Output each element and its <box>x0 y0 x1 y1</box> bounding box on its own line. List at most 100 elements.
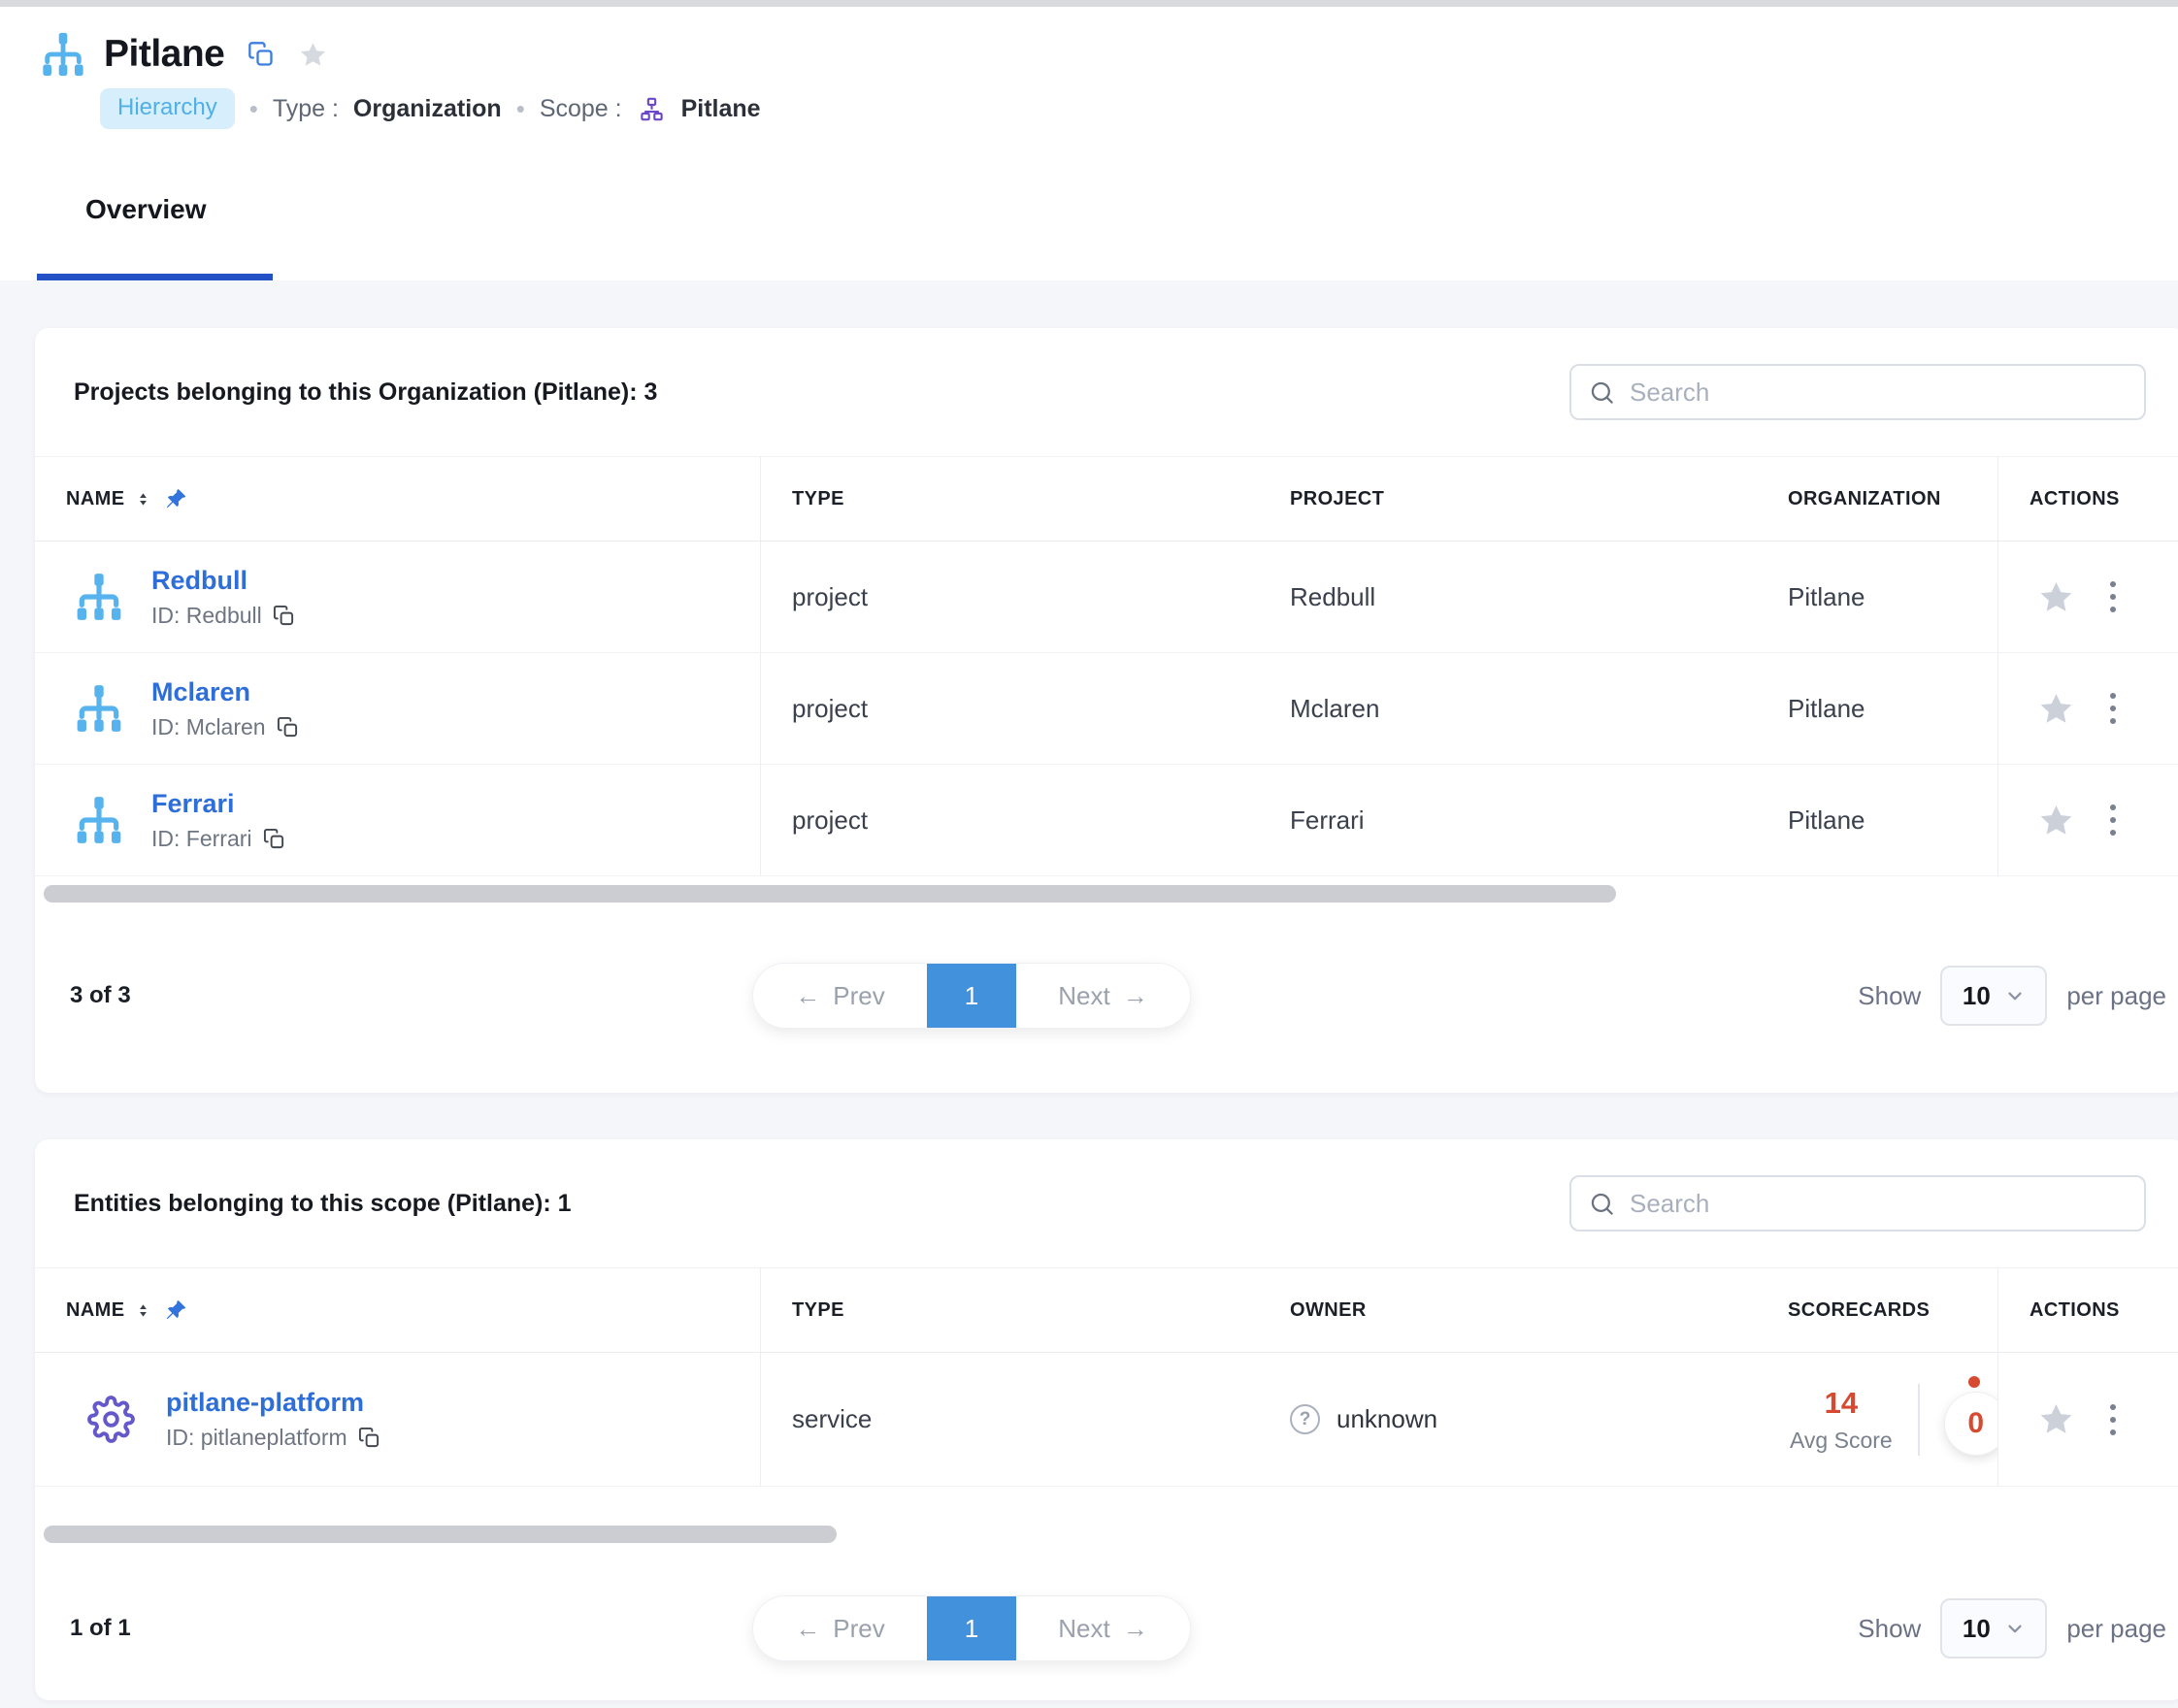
type-cell: project <box>761 542 1259 652</box>
separator-dot-icon: • <box>516 94 525 124</box>
kebab-menu-icon[interactable] <box>2104 687 2122 730</box>
organization-cell: Pitlane <box>1757 542 1998 652</box>
service-gear-icon <box>87 1396 135 1443</box>
scorecard-badge[interactable]: 0 <box>1945 1393 1998 1455</box>
column-header-actions: ACTIONS <box>1998 457 2178 541</box>
entity-link[interactable]: pitlane-platform <box>166 1388 364 1418</box>
favorite-star-icon[interactable] <box>2037 1400 2075 1438</box>
show-label: Show <box>1858 1614 1921 1644</box>
type-cell: service <box>761 1353 1259 1486</box>
project-link[interactable]: Ferrari <box>151 789 235 819</box>
entity-id: ID: Redbull <box>151 603 262 629</box>
entity-id: ID: Mclaren <box>151 714 266 740</box>
tab-overview[interactable]: Overview <box>85 194 207 225</box>
question-mark-icon: ? <box>1290 1404 1320 1434</box>
copy-icon[interactable] <box>263 828 285 850</box>
table-row: pitlane-platform ID: pitlaneplatform ser… <box>35 1353 2178 1487</box>
page-title: Pitlane <box>104 33 224 76</box>
kebab-menu-icon[interactable] <box>2104 799 2122 841</box>
copy-icon[interactable] <box>273 605 295 627</box>
project-link[interactable]: Mclaren <box>151 677 250 707</box>
project-link[interactable]: Redbull <box>151 566 248 596</box>
type-cell: project <box>761 765 1259 875</box>
projects-search-box <box>1569 364 2146 420</box>
copy-icon[interactable] <box>277 716 299 739</box>
per-page-label: per page <box>2066 1614 2166 1644</box>
projects-card-title: Projects belonging to this Organization … <box>74 378 657 407</box>
current-page-button[interactable]: 1 <box>927 964 1016 1028</box>
owner-cell: ? unknown <box>1259 1353 1757 1486</box>
window-edge <box>0 0 2178 7</box>
pin-icon[interactable] <box>165 1299 186 1321</box>
pagination-summary: 1 of 1 <box>70 1615 131 1642</box>
sort-icon[interactable] <box>135 1302 151 1319</box>
avg-score-label: Avg Score <box>1790 1428 1893 1454</box>
column-header-organization: ORGANIZATION <box>1757 457 1998 541</box>
column-header-type: TYPE <box>761 457 1259 541</box>
chevron-down-icon <box>2004 1618 2026 1639</box>
scope-value[interactable]: Pitlane <box>681 95 761 123</box>
divider <box>1918 1384 1920 1456</box>
current-page-button[interactable]: 1 <box>927 1596 1016 1660</box>
page-header: Pitlane Hierarchy • Type : Organization … <box>0 7 2178 142</box>
organization-cell: Pitlane <box>1757 765 1998 875</box>
copy-icon[interactable] <box>358 1427 380 1449</box>
hierarchy-icon <box>74 571 124 623</box>
pagination-summary: 3 of 3 <box>70 982 131 1009</box>
next-page-button[interactable]: Next → <box>1016 1596 1190 1660</box>
page-size-select[interactable]: 10 <box>1940 966 2047 1026</box>
arrow-left-icon: ← <box>795 981 820 1011</box>
arrow-right-icon: → <box>1123 981 1148 1011</box>
tab-bar: Overview <box>0 142 2178 280</box>
next-page-button[interactable]: Next → <box>1016 964 1190 1028</box>
arrow-left-icon: ← <box>795 1614 820 1644</box>
horizontal-scrollbar[interactable] <box>44 885 1616 903</box>
copy-icon[interactable] <box>248 41 275 68</box>
type-cell: project <box>761 653 1259 764</box>
hierarchy-badge: Hierarchy <box>100 88 235 129</box>
notification-dot <box>1968 1376 1980 1388</box>
organization-cell: Pitlane <box>1757 653 1998 764</box>
favorite-star-icon[interactable] <box>2037 690 2075 728</box>
avg-score-value: 14 <box>1790 1386 1893 1421</box>
projects-card: Projects belonging to this Organization … <box>35 328 2178 1093</box>
project-cell: Mclaren <box>1259 653 1757 764</box>
prev-page-button[interactable]: ← Prev <box>753 1596 927 1660</box>
kebab-menu-icon[interactable] <box>2104 575 2122 618</box>
chevron-down-icon <box>2004 985 2026 1006</box>
table-row: Redbull ID: Redbull project Redbull Pitl… <box>35 542 2178 653</box>
entities-search-input[interactable] <box>1630 1189 2127 1219</box>
column-header-name[interactable]: NAME <box>35 1268 761 1352</box>
table-row: Mclaren ID: Mclaren project Mclaren Pitl… <box>35 653 2178 765</box>
scope-hierarchy-icon <box>639 96 665 122</box>
active-tab-indicator <box>37 274 273 280</box>
search-icon <box>1589 379 1615 406</box>
favorite-star-icon[interactable] <box>298 40 328 70</box>
per-page-label: per page <box>2066 981 2166 1011</box>
arrow-right-icon: → <box>1123 1614 1148 1644</box>
horizontal-scrollbar[interactable] <box>44 1526 837 1543</box>
hierarchy-icon <box>40 30 86 79</box>
prev-page-button[interactable]: ← Prev <box>753 964 927 1028</box>
column-header-scorecards: SCORECARDS <box>1757 1268 1998 1352</box>
pagination: ← Prev 1 Next → <box>753 1596 1190 1660</box>
kebab-menu-icon[interactable] <box>2104 1398 2122 1441</box>
type-value: Organization <box>353 95 502 123</box>
column-header-name[interactable]: NAME <box>35 457 761 541</box>
scope-label: Scope : <box>540 95 622 123</box>
column-header-owner: OWNER <box>1259 1268 1757 1352</box>
column-header-actions: ACTIONS <box>1998 1268 2178 1352</box>
show-label: Show <box>1858 981 1921 1011</box>
type-label: Type : <box>273 95 339 123</box>
page-size-select[interactable]: 10 <box>1940 1598 2047 1659</box>
favorite-star-icon[interactable] <box>2037 802 2075 839</box>
pagination: ← Prev 1 Next → <box>753 964 1190 1028</box>
sort-icon[interactable] <box>135 491 151 508</box>
pin-icon[interactable] <box>165 488 186 509</box>
project-cell: Ferrari <box>1259 765 1757 875</box>
favorite-star-icon[interactable] <box>2037 578 2075 616</box>
projects-search-input[interactable] <box>1630 378 2127 408</box>
entity-id: ID: pitlaneplatform <box>166 1425 347 1451</box>
hierarchy-icon <box>74 794 124 846</box>
entities-card: Entities belonging to this scope (Pitlan… <box>35 1139 2178 1700</box>
